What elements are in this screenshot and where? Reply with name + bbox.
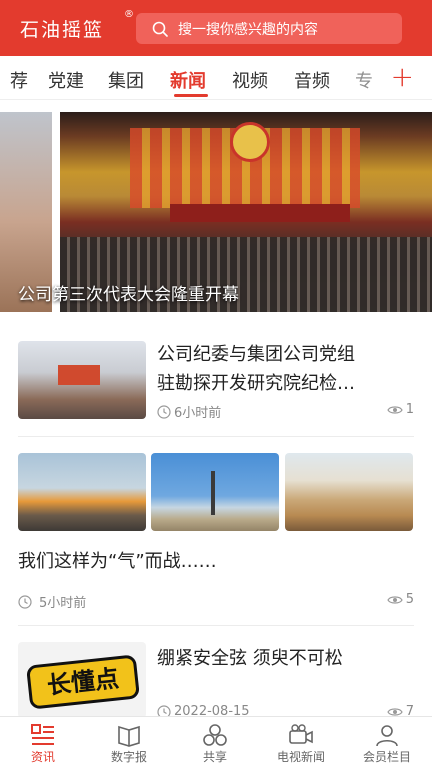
banner-image-emblem [230, 122, 270, 162]
video-camera-icon [289, 724, 313, 744]
tabbar-item-share[interactable]: 共享 [172, 721, 258, 768]
news-item[interactable]: 长懂点 绷紧安全弦 须臾不可松 2022-08-15 7 [18, 640, 414, 719]
eye-icon [387, 595, 403, 604]
add-channel-button[interactable]: + [391, 63, 414, 91]
registered-mark: ® [124, 8, 136, 20]
app-logo: 石油摇篮 ® [20, 9, 134, 42]
tab-recommend[interactable]: 荐 [10, 67, 28, 93]
eye-icon [387, 405, 403, 414]
clock-icon [157, 404, 171, 419]
news-title: 公司纪委与集团公司党组 驻勘探开发研究院纪检… [157, 344, 355, 394]
tabbar-item-member[interactable]: 会员栏目 [344, 721, 430, 768]
divider [18, 625, 414, 626]
user-icon [376, 725, 398, 747]
banner-caption: 公司第三次代表大会隆重开幕 [18, 285, 239, 305]
news-views: 1 [387, 402, 414, 417]
news-thumbnail [18, 341, 146, 419]
thumb-logo-text: 长懂点 [26, 654, 140, 710]
news-grid-icon [31, 724, 54, 745]
tab-group[interactable]: 集团 [108, 67, 144, 93]
news-time: 5小时前 [18, 592, 86, 611]
news-views: 5 [387, 592, 414, 607]
app-header: 石油摇篮 ® 搜一搜你感兴趣的内容 [0, 0, 432, 56]
banner-image-stage [170, 204, 350, 222]
search-bar[interactable]: 搜一搜你感兴趣的内容 [136, 13, 402, 44]
divider [18, 436, 414, 437]
news-thumbnail [18, 453, 146, 531]
news-title: 我们这样为“气”而战…… [18, 551, 217, 572]
search-placeholder: 搜一搜你感兴趣的内容 [178, 21, 318, 38]
news-thumbnail [151, 453, 279, 531]
active-tab-indicator [174, 94, 208, 97]
news-thumbnail: 长懂点 [18, 642, 146, 718]
news-thumbnail [285, 453, 413, 531]
search-icon [152, 21, 168, 37]
news-time: 6小时前 [157, 402, 221, 421]
news-item[interactable]: 公司纪委与集团公司党组 驻勘探开发研究院纪检… 6小时前 1 [18, 340, 414, 421]
tab-video[interactable]: 视频 [232, 67, 268, 93]
clock-icon [18, 594, 32, 609]
bottom-tab-bar: 资讯 数字报 共享 电视新闻 会员栏目 [0, 716, 432, 768]
tab-news[interactable]: 新闻 [170, 67, 206, 93]
news-item[interactable]: 我们这样为“气”而战…… 5小时前 5 [18, 453, 414, 613]
tab-party[interactable]: 党建 [48, 67, 84, 93]
tabbar-item-news[interactable]: 资讯 [0, 721, 86, 768]
share-circles-icon [203, 724, 227, 746]
news-title: 绷紧安全弦 须臾不可松 [157, 648, 343, 669]
brand-name: 石油摇篮 [20, 18, 105, 41]
tab-audio[interactable]: 音频 [294, 67, 330, 93]
banner-carousel[interactable]: 公司第三次代表大会隆重开幕 [0, 112, 432, 312]
tabbar-item-tv-news[interactable]: 电视新闻 [258, 721, 344, 768]
category-tabs: 荐 党建 集团 新闻 视频 音频 专 + [0, 56, 432, 100]
tab-special[interactable]: 专 [355, 67, 373, 93]
open-book-icon [118, 725, 140, 747]
tabbar-item-digital-paper[interactable]: 数字报 [86, 721, 172, 768]
